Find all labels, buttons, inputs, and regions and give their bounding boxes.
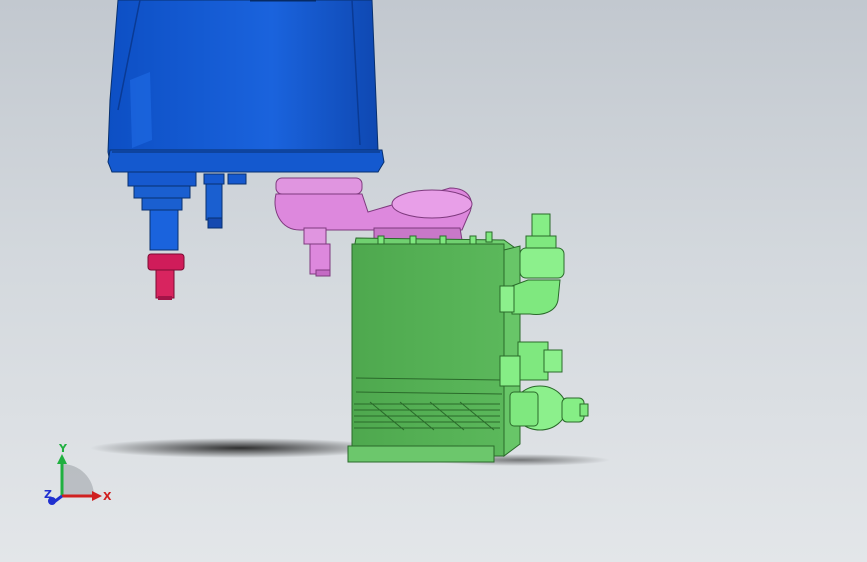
end-effector-block[interactable] xyxy=(347,231,521,463)
z-axis-label: Z xyxy=(44,488,52,501)
y-axis-arrow xyxy=(57,454,67,464)
spindle[interactable] xyxy=(141,197,185,300)
graphics-viewport[interactable]: Y X Z xyxy=(0,0,867,562)
axis-triad: Y X Z xyxy=(40,438,120,510)
triad-arc xyxy=(62,464,94,496)
x-axis-label: X xyxy=(103,490,112,503)
x-axis-arrow xyxy=(92,491,102,501)
y-axis-label: Y xyxy=(58,442,68,455)
triad-svg: Y X Z xyxy=(44,442,112,505)
model-view[interactable] xyxy=(0,0,867,562)
